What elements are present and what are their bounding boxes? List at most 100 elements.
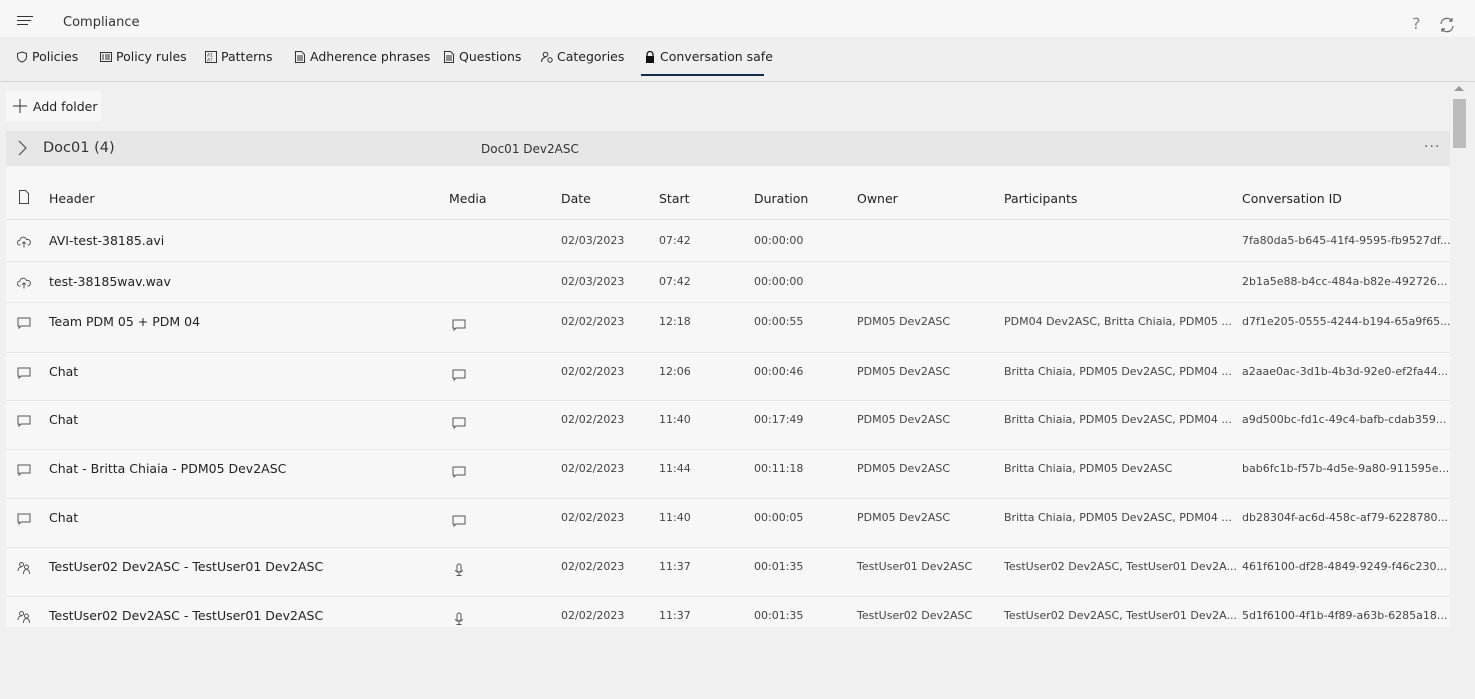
table-row[interactable]: AVI-test-38185.avi 02/03/2023 07:42 00:00:0…: [6, 221, 1450, 262]
cell-duration: 00:00:00: [754, 234, 804, 247]
cell-header: Chat - Britta Chiaia - PDM05 Dev2ASC: [49, 461, 287, 476]
hamburger-icon[interactable]: [17, 16, 33, 26]
cell-date: 02/02/2023: [561, 315, 625, 328]
table-row[interactable]: Team PDM 05 + PDM 04 02/02/2023 12:18 00:00…: [6, 303, 1450, 353]
people-icon: [17, 611, 30, 624]
column-header-conversation-id[interactable]: Conversation ID: [1242, 191, 1342, 206]
table-row[interactable]: Chat - Britta Chiaia - PDM05 Dev2ASC 02/0…: [6, 450, 1450, 499]
table-row[interactable]: TestUser02 Dev2ASC - TestUser01 Dev2ASC 0…: [6, 548, 1450, 597]
chat-icon[interactable]: [452, 318, 466, 332]
cell-date: 02/03/2023: [561, 234, 625, 247]
cell-date: 02/02/2023: [561, 560, 625, 573]
cell-header: Chat: [49, 412, 79, 427]
cell-owner: TestUser02 Dev2ASC: [857, 609, 973, 622]
chat-icon: [17, 513, 31, 526]
cell-conversation-id: a9d500bc-fd1c-49c4-bafb-cdab359...: [1242, 413, 1447, 426]
scroll-up-arrow-icon[interactable]: [1454, 86, 1464, 91]
cell-header: AVI-test-38185.avi: [49, 233, 165, 248]
cell-participants: Britta Chiaia, PDM05 Dev2ASC: [1004, 462, 1173, 475]
cell-start: 12:18: [659, 315, 691, 328]
add-folder-label: Add folder: [33, 98, 98, 114]
folder-owner: Doc01 Dev2ASC: [481, 142, 579, 156]
table-row[interactable]: Chat 02/02/2023 11:40 00:00:05 PDM05 Dev2ASC…: [6, 499, 1450, 548]
cell-start: 11:40: [659, 511, 691, 524]
add-folder-button[interactable]: Add folder: [6, 91, 101, 121]
cell-start: 11:44: [659, 462, 691, 475]
people-icon: [17, 562, 30, 575]
column-header-owner[interactable]: Owner: [857, 191, 898, 206]
cell-start: 07:42: [659, 234, 691, 247]
tab-label: Categories: [557, 49, 625, 64]
cell-header: TestUser02 Dev2ASC - TestUser01 Dev2ASC: [49, 608, 324, 623]
cell-conversation-id: 5d1f6100-4f1b-4f89-a63b-6285a18...: [1242, 609, 1448, 622]
help-icon[interactable]: ?: [1412, 14, 1421, 33]
tab-adherence-phrases[interactable]: Adherence phrases: [294, 49, 430, 64]
cell-participants: Britta Chiaia, PDM05 Dev2ASC, PDM04 ...: [1004, 511, 1232, 524]
cell-header: Chat: [49, 510, 79, 525]
vertical-scrollbar[interactable]: [1451, 82, 1475, 699]
cell-duration: 00:00:05: [754, 511, 804, 524]
cell-date: 02/02/2023: [561, 365, 625, 378]
cell-duration: 00:11:18: [754, 462, 804, 475]
cell-duration: 00:00:46: [754, 365, 804, 378]
tab-policy-rules[interactable]: Policy rules: [100, 49, 187, 64]
chat-icon[interactable]: [452, 514, 466, 528]
table-row[interactable]: TestUser02 Dev2ASC - TestUser01 Dev2ASC 0…: [6, 597, 1450, 627]
cell-duration: 00:17:49: [754, 413, 804, 426]
folder-row[interactable]: Doc01 (4) Doc01 Dev2ASC ···: [6, 131, 1450, 166]
cell-duration: 00:00:55: [754, 315, 804, 328]
tab-questions[interactable]: Questions: [443, 49, 521, 64]
chat-icon[interactable]: [452, 465, 466, 479]
column-header-start[interactable]: Start: [659, 191, 690, 206]
column-header-media[interactable]: Media: [449, 191, 487, 206]
column-header-participants[interactable]: Participants: [1004, 191, 1077, 206]
refresh-icon[interactable]: [1438, 16, 1456, 34]
cell-owner: PDM05 Dev2ASC: [857, 462, 951, 475]
table-row[interactable]: Chat 02/02/2023 12:06 00:00:46 PDM05 Dev2ASC…: [6, 353, 1450, 401]
cloud-upload-icon: [17, 277, 31, 289]
conversation-table: Header Media Date Start Duration Owner P…: [6, 167, 1450, 627]
svg-text:A?: A?: [207, 57, 213, 63]
table-row[interactable]: Chat 02/02/2023 11:40 00:17:49 PDM05 Dev2ASC…: [6, 401, 1450, 450]
chat-icon[interactable]: [452, 416, 466, 430]
cell-date: 02/02/2023: [561, 511, 625, 524]
microphone-icon[interactable]: [452, 563, 466, 577]
cell-conversation-id: 2b1a5e88-b4cc-484a-b82e-492726...: [1242, 275, 1448, 288]
cell-date: 02/02/2023: [561, 609, 625, 622]
cell-owner: PDM05 Dev2ASC: [857, 511, 951, 524]
chat-icon[interactable]: [452, 368, 466, 382]
cell-duration: 00:01:35: [754, 609, 804, 622]
cell-conversation-id: a2aae0ac-3d1b-4b3d-92e0-ef2fa44...: [1242, 365, 1449, 378]
chevron-right-icon[interactable]: [14, 140, 30, 156]
app-header: Compliance ?: [0, 0, 1475, 37]
app-title: Compliance: [63, 15, 140, 30]
column-header-duration[interactable]: Duration: [754, 191, 808, 206]
cell-header: test-38185wav.wav: [49, 274, 171, 289]
cell-conversation-id: d7f1e205-0555-4244-b194-65a9f65...: [1242, 315, 1450, 328]
more-options-icon[interactable]: ···: [1424, 139, 1440, 155]
tab-label: Policies: [32, 49, 79, 64]
cell-conversation-id: db28304f-ac6d-458c-af79-6228780...: [1242, 511, 1449, 524]
chat-icon: [17, 367, 31, 380]
active-tab-indicator: [641, 74, 764, 76]
cell-participants: TestUser02 Dev2ASC, TestUser01 Dev2A...: [1004, 560, 1237, 573]
tab-conversation-safe[interactable]: Conversation safe: [644, 49, 773, 64]
cell-start: 11:37: [659, 609, 691, 622]
tab-categories[interactable]: Categories: [541, 49, 624, 64]
cell-owner: PDM05 Dev2ASC: [857, 315, 951, 328]
tab-patterns[interactable]: A1 A? Patterns: [205, 49, 272, 64]
microphone-icon[interactable]: [452, 612, 466, 626]
cell-header: Team PDM 05 + PDM 04: [49, 314, 201, 329]
table-row[interactable]: test-38185wav.wav 02/03/2023 07:42 00:00:00…: [6, 262, 1450, 303]
column-header-header[interactable]: Header: [49, 191, 95, 206]
cell-start: 07:42: [659, 275, 691, 288]
scroll-thumb[interactable]: [1453, 99, 1466, 148]
cell-start: 12:06: [659, 365, 691, 378]
tab-label: Adherence phrases: [310, 49, 431, 64]
plus-icon: [13, 99, 27, 113]
cell-header: TestUser02 Dev2ASC - TestUser01 Dev2ASC: [49, 559, 324, 574]
cell-date: 02/02/2023: [561, 462, 625, 475]
column-header-date[interactable]: Date: [561, 191, 591, 206]
tab-policies[interactable]: Policies: [16, 49, 78, 64]
tab-label: Questions: [459, 49, 522, 64]
